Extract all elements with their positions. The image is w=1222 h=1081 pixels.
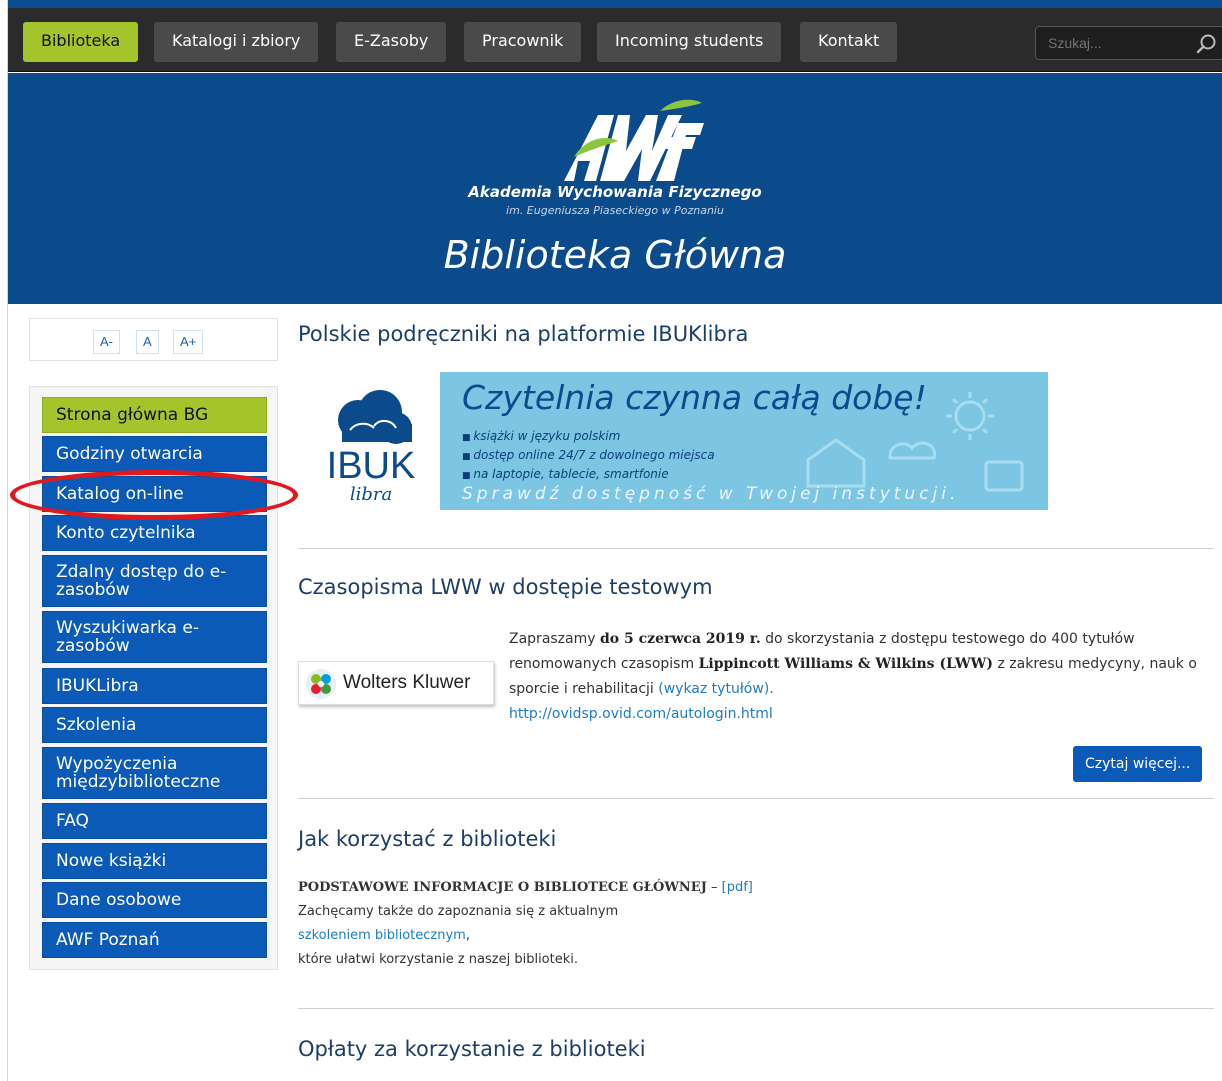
pdf-link[interactable]: [pdf] [722,880,753,895]
sidebar-item-konto-czytelnika[interactable]: Konto czytelnika [42,515,267,551]
nav-kontakt[interactable]: Kontakt [800,22,898,62]
top-accent-line [0,0,1222,8]
section-title-ibuk[interactable]: Polskie podręczniki na platformie IBUKli… [298,322,748,346]
font-decrease-button[interactable]: A- [93,330,120,354]
page-title: Biblioteka Główna [443,233,787,277]
sidebar-item-strona-glowna[interactable]: Strona główna BG [42,397,267,433]
wolters-kluwer-text: Wolters Kluwer [343,672,471,693]
nav-biblioteka[interactable]: Biblioteka [23,22,139,62]
banner-title: Czytelnia czynna całą dobę! [462,378,927,417]
section-divider [298,798,1214,799]
howto-info: PODSTAWOWE INFORMACJE O BIBLIOTECE GŁÓWN… [298,876,998,972]
header-institution: Akademia Wychowania Fizycznego [468,183,762,201]
main-navigation: Biblioteka Katalogi i zbiory E-Zasoby Pr… [8,8,1222,72]
section-divider [298,1008,1214,1009]
ibuk-logo-text: IBUK [327,445,416,487]
ibuk-banner[interactable]: Czytelnia czynna całą dobę! książki w ję… [440,372,1048,510]
banner-cta: Sprawdź dostępność w Twojej instytucji. [462,484,960,504]
howto-line-2: Zachęcamy także do zapoznania się z aktu… [298,904,619,919]
sidebar-item-dane-osobowe[interactable]: Dane osobowe [42,882,267,918]
howto-line-4: które ułatwi korzystanie z naszej biblio… [298,952,579,967]
section-divider [298,548,1214,549]
section-title-fees[interactable]: Opłaty za korzystanie z biblioteki [298,1037,646,1061]
nav-katalogi-i-zbiory[interactable]: Katalogi i zbiory [154,22,319,62]
banner-bullet: dostęp online 24/7 z dowolnego miejsca [462,447,714,466]
section-title-lww[interactable]: Czasopisma LWW w dostępie testowym [298,575,713,599]
lww-url-link[interactable]: http://ovidsp.ovid.com/autologin.html [509,706,773,722]
section-title-howto[interactable]: Jak korzystać z biblioteki [298,827,556,851]
howto-bold-heading: PODSTAWOWE INFORMACJE O BIBLIOTECE GŁÓWN… [298,880,707,895]
nav-incoming-students[interactable]: Incoming students [597,22,782,62]
ibuk-logo-sub: libra [350,484,392,505]
search-input[interactable] [1036,27,1186,59]
site-header: Akademia Wychowania Fizycznego im. Eugen… [8,73,1222,304]
howto-dash: – [706,880,722,895]
read-more-button[interactable]: Czytaj więcej... [1073,746,1203,782]
sidebar-item-ibuklibra[interactable]: IBUKLibra [42,668,267,704]
ibuk-libra-logo-icon[interactable]: IBUK libra [316,382,426,506]
banner-bullets: książki w języku polskim dostęp online 2… [462,428,715,485]
left-page-edge [0,0,8,1081]
font-normal-button[interactable]: A [136,330,159,354]
font-increase-button[interactable]: A+ [173,330,204,354]
sidebar-item-zdalny-dostep[interactable]: Zdalny dostęp do e-zasobów [42,555,267,607]
sidebar-item-wyszukiwarka[interactable]: Wyszukiwarka e-zasobów [42,611,267,663]
font-size-controls: A- A A+ [29,318,278,361]
sidebar-menu: Strona główna BG Godziny otwarcia Katalo… [29,386,278,970]
nav-e-zasoby[interactable]: E-Zasoby [336,22,447,62]
sidebar-item-katalog-online[interactable]: Katalog on-line [42,476,267,512]
sidebar-item-godziny-otwarcia[interactable]: Godziny otwarcia [42,436,267,472]
lww-titles-link[interactable]: (wykaz tytułów). [658,681,773,697]
search-icon[interactable] [1196,33,1218,55]
lww-description: Zapraszamy do 5 czerwca 2019 r. do skorz… [509,627,1199,727]
sidebar-item-szkolenia[interactable]: Szkolenia [42,707,267,743]
wolters-kluwer-logo[interactable]: Wolters Kluwer [298,661,494,705]
header-institution-sub: im. Eugeniusza Piaseckiego w Poznaniu [506,204,724,217]
lww-publisher: Lippincott Williams & Wilkins (LWW) [698,656,994,672]
nav-pracownik[interactable]: Pracownik [464,22,582,62]
lww-date: do 5 czerwca 2019 r. [600,631,761,647]
banner-bullet: książki w języku polskim [462,428,715,447]
sidebar-item-faq[interactable]: FAQ [42,803,267,839]
sidebar-item-wypozyczenia[interactable]: Wypożyczenia międzybiblioteczne [42,747,267,799]
howto-comma: , [465,928,470,943]
sidebar-item-nowe-ksiazki[interactable]: Nowe książki [42,843,267,879]
search-box [1035,26,1222,60]
awf-logo-icon[interactable] [556,97,706,183]
banner-bullet: na laptopie, tablecie, smartfonie [462,466,715,485]
sidebar-item-awf-poznan[interactable]: AWF Poznań [42,922,267,958]
wolters-kluwer-icon [306,669,336,699]
training-link[interactable]: szkoleniem bibliotecznym [298,928,466,943]
lww-text-1: Zapraszamy [509,631,600,647]
